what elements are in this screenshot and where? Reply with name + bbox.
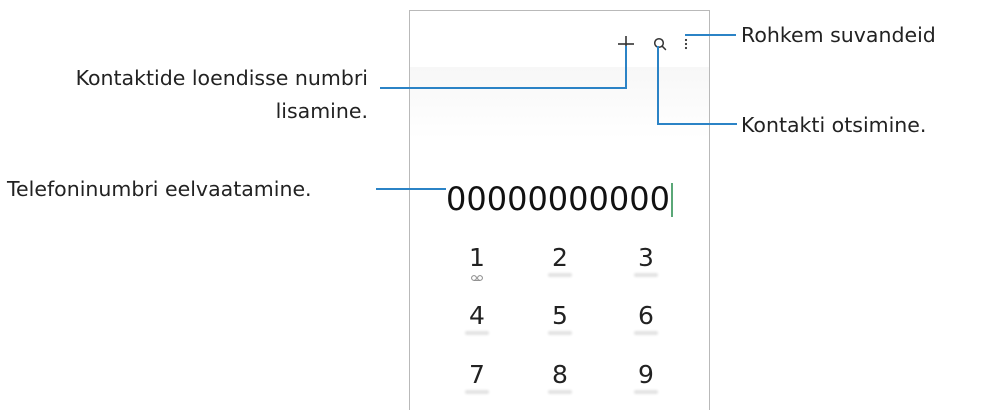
callout-add-contact-line1: Kontaktide loendisse numbri	[75, 66, 368, 90]
callout-line-search	[657, 46, 737, 125]
callout-preview-number: Telefoninumbri eelvaatamine.	[7, 177, 312, 201]
callout-add-contact-line2: lisamine.	[275, 99, 368, 123]
callout-more-options: Rohkem suvandeid	[741, 23, 936, 47]
callout-line-add-contact	[380, 46, 627, 89]
callout-search-contact: Kontakti otsimine.	[741, 113, 927, 137]
